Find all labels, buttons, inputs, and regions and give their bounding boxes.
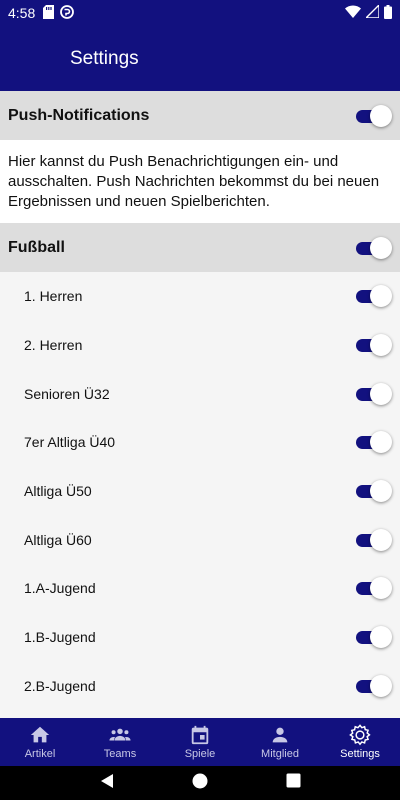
team-toggle[interactable] (356, 431, 392, 454)
team-toggle[interactable] (356, 674, 392, 697)
team-toggle[interactable] (356, 285, 392, 308)
team-row: 1. Herren (0, 272, 400, 321)
nav-spiele[interactable]: Spiele (160, 718, 240, 766)
page-title: Settings (70, 47, 139, 69)
home-icon (30, 726, 50, 743)
team-row: 2. Herren (0, 320, 400, 370)
people-icon (109, 728, 131, 741)
nav-settings-label: Settings (340, 748, 380, 760)
team-toggle[interactable] (356, 528, 392, 551)
push-description: Hier kannst du Push Benachrichtigungen e… (0, 140, 400, 223)
team-label: 2.B-Jugend (24, 677, 96, 694)
team-row: 1.A-Jugend (0, 564, 400, 613)
wifi-icon (345, 5, 361, 21)
team-row: 1.B-Jugend (0, 612, 400, 662)
status-bar: 4:58 (0, 0, 400, 26)
nav-teams[interactable]: Teams (80, 718, 160, 766)
team-toggle[interactable] (356, 334, 392, 357)
team-label: Altliga Ü60 (24, 531, 92, 548)
nav-artikel[interactable]: Artikel (0, 718, 80, 766)
team-row: Altliga Ü60 (0, 515, 400, 565)
settings-list[interactable]: Push-Notifications Hier kannst du Push B… (0, 91, 400, 718)
sd-card-icon (43, 4, 55, 22)
nav-artikel-label: Artikel (24, 748, 56, 760)
team-label: 1.B-Jugend (24, 629, 96, 646)
push-notifications-label: Push-Notifications (8, 106, 150, 124)
team-row: 2.B-Jugend (0, 661, 400, 711)
fussball-label: Fußball (8, 238, 65, 256)
team-label: 2. Herren (24, 337, 83, 354)
team-toggle[interactable] (356, 577, 392, 600)
home-button-icon[interactable] (192, 773, 208, 794)
team-row: Altliga Ü50 (0, 466, 400, 516)
back-icon[interactable] (99, 773, 115, 794)
nav-spiele-label: Spiele (184, 748, 216, 760)
team-label: 1. Herren (24, 288, 83, 305)
team-toggle[interactable] (356, 480, 392, 503)
status-time: 4:58 (8, 5, 36, 21)
push-notifications-toggle[interactable] (356, 104, 392, 127)
nav-mitglied[interactable]: Mitglied (240, 718, 320, 766)
fussball-toggle[interactable] (356, 236, 392, 259)
nav-mitglied-label: Mitglied (261, 748, 299, 760)
team-label: 7er Altliga Ü40 (24, 434, 116, 451)
system-nav-bar (0, 766, 400, 800)
team-toggle[interactable] (356, 626, 392, 649)
gear-icon (349, 724, 371, 746)
team-label: Senioren Ü32 (24, 385, 110, 402)
team-row: 7er Altliga Ü40 (0, 418, 400, 467)
nav-teams-label: Teams (103, 748, 137, 760)
calendar-icon (191, 725, 209, 745)
team-toggle[interactable] (356, 382, 392, 405)
bottom-nav: Artikel Teams Spiele Mitglied Settings (0, 718, 400, 766)
person-icon (272, 727, 288, 743)
team-row: Senioren Ü32 (0, 369, 400, 419)
team-label: Altliga Ü50 (24, 483, 92, 500)
app-bar: Settings (0, 26, 400, 91)
battery-icon (384, 4, 392, 22)
notification-icon (60, 4, 75, 22)
signal-icon (364, 3, 380, 21)
fussball-row: Fußball (0, 223, 400, 272)
push-notifications-row: Push-Notifications (0, 91, 400, 140)
recents-icon[interactable] (286, 773, 301, 793)
nav-settings[interactable]: Settings (320, 718, 400, 766)
team-label: 1.A-Jugend (24, 580, 96, 597)
